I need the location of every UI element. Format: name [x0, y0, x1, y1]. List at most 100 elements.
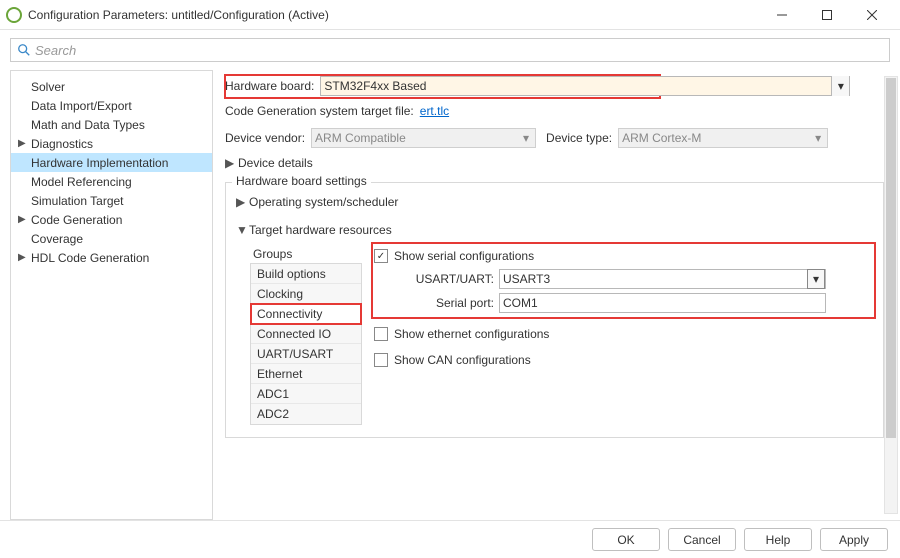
apply-button[interactable]: Apply [820, 528, 888, 551]
show-serial-checkbox[interactable] [374, 249, 388, 263]
show-ethernet-row: Show ethernet configurations [374, 323, 873, 345]
show-can-row: Show CAN configurations [374, 349, 873, 371]
sidebar-item-hdl-code-generation[interactable]: ▶ HDL Code Generation [11, 248, 212, 267]
chevron-right-icon: ▶ [18, 214, 26, 225]
group-detail-panel: Show serial configurations USART/UART: U… [374, 245, 873, 425]
sidebar-item-label: Simulation Target [31, 194, 124, 208]
group-item-label: Ethernet [257, 367, 302, 381]
sidebar-item-data-import-export[interactable]: Data Import/Export [11, 96, 212, 115]
hardware-board-select[interactable]: STM32F4xx Based ▾ [320, 76, 850, 96]
sidebar-item-label: Coverage [31, 232, 83, 246]
hardware-board-settings-fieldset: Hardware board settings ▶ Operating syst… [225, 182, 884, 438]
cancel-label: Cancel [683, 533, 720, 547]
sidebar-item-label: HDL Code Generation [31, 251, 149, 265]
sidebar-item-label: Solver [31, 80, 65, 94]
hardware-board-value: STM32F4xx Based [324, 79, 426, 93]
device-vendor-type-row: Device vendor: ARM Compatible ▾ Device t… [225, 128, 884, 148]
sidebar-item-label: Code Generation [31, 213, 122, 227]
group-item-adc1[interactable]: ADC1 [251, 384, 361, 404]
target-hw-toggle[interactable]: ▼ Target hardware resources [236, 223, 873, 237]
chevron-down-icon: ▾ [831, 76, 849, 96]
code-gen-target-link[interactable]: ert.tlc [420, 104, 449, 118]
chevron-right-icon: ▶ [18, 252, 26, 263]
sidebar-item-label: Diagnostics [31, 137, 93, 151]
cancel-button[interactable]: Cancel [668, 528, 736, 551]
device-type-label: Device type: [546, 131, 612, 145]
group-item-connectivity[interactable]: Connectivity [251, 304, 361, 324]
group-item-build-options[interactable]: Build options [251, 264, 361, 284]
sidebar-item-label: Hardware Implementation [31, 156, 168, 170]
device-details-label: Device details [238, 156, 313, 170]
group-item-label: UART/USART [257, 347, 333, 361]
sidebar-item-solver[interactable]: Solver [11, 77, 212, 96]
usart-label: USART/UART: [394, 272, 494, 286]
device-vendor-select: ARM Compatible ▾ [311, 128, 536, 148]
device-vendor-label: Device vendor: [225, 131, 305, 145]
chevron-right-icon: ▶ [236, 195, 246, 209]
chevron-right-icon: ▶ [18, 138, 26, 149]
serial-port-label: Serial port: [394, 296, 494, 310]
serial-port-input[interactable]: COM1 [499, 293, 826, 313]
hardware-board-settings: Hardware board settings ▶ Operating syst… [225, 182, 884, 438]
vertical-scrollbar[interactable] [884, 76, 898, 514]
hb-settings-legend: Hardware board settings [232, 174, 371, 188]
group-item-label: Clocking [257, 287, 303, 301]
footer: OK Cancel Help Apply [0, 520, 900, 558]
chevron-down-icon: ▼ [236, 223, 246, 237]
body: Solver Data Import/Export Math and Data … [0, 70, 900, 520]
groups-title: Groups [250, 245, 362, 263]
chevron-down-icon: ▾ [517, 128, 535, 148]
os-scheduler-toggle[interactable]: ▶ Operating system/scheduler [236, 195, 873, 209]
hardware-board-label: Hardware board: [225, 79, 314, 93]
sidebar-item-coverage[interactable]: Coverage [11, 229, 212, 248]
show-can-checkbox[interactable] [374, 353, 388, 367]
search-box[interactable] [10, 38, 890, 62]
group-item-label: ADC1 [257, 387, 289, 401]
ok-label: OK [617, 533, 634, 547]
sidebar-item-model-referencing[interactable]: Model Referencing [11, 172, 212, 191]
groups-panel: Groups Build options Clocking Connectivi… [250, 245, 362, 425]
sidebar-item-diagnostics[interactable]: ▶ Diagnostics [11, 134, 212, 153]
search-input[interactable] [35, 43, 883, 58]
maximize-button[interactable] [804, 1, 849, 29]
group-item-uart-usart[interactable]: UART/USART [251, 344, 361, 364]
group-item-label: ADC2 [257, 407, 289, 421]
serial-port-row: Serial port: COM1 [374, 291, 873, 315]
titlebar: Configuration Parameters: untitled/Confi… [0, 0, 900, 30]
help-label: Help [766, 533, 791, 547]
code-gen-target-row: Code Generation system target file: ert.… [225, 104, 884, 118]
show-ethernet-label: Show ethernet configurations [394, 327, 549, 341]
sidebar-item-code-generation[interactable]: ▶ Code Generation [11, 210, 212, 229]
help-button[interactable]: Help [744, 528, 812, 551]
group-item-ethernet[interactable]: Ethernet [251, 364, 361, 384]
os-scheduler-label: Operating system/scheduler [249, 195, 398, 209]
usart-select[interactable]: USART3 ▾ [499, 269, 826, 289]
sidebar: Solver Data Import/Export Math and Data … [10, 70, 213, 520]
minimize-button[interactable] [759, 1, 804, 29]
show-ethernet-checkbox[interactable] [374, 327, 388, 341]
target-hw-label: Target hardware resources [249, 223, 392, 237]
device-vendor-value: ARM Compatible [315, 131, 406, 145]
sidebar-item-math-data-types[interactable]: Math and Data Types [11, 115, 212, 134]
sidebar-item-hardware-implementation[interactable]: Hardware Implementation [11, 153, 212, 172]
group-item-clocking[interactable]: Clocking [251, 284, 361, 304]
usart-row: USART/UART: USART3 ▾ [374, 267, 873, 291]
close-button[interactable] [849, 1, 894, 29]
device-type-value: ARM Cortex-M [622, 131, 701, 145]
code-gen-target-label: Code Generation system target file: [225, 104, 414, 118]
scroll-thumb[interactable] [886, 78, 896, 438]
sidebar-item-label: Math and Data Types [31, 118, 145, 132]
app-icon [6, 7, 22, 23]
device-details-toggle[interactable]: ▶ Device details [225, 156, 884, 170]
sidebar-item-label: Data Import/Export [31, 99, 132, 113]
show-serial-label: Show serial configurations [394, 249, 534, 263]
group-item-label: Build options [257, 267, 326, 281]
chevron-right-icon: ▶ [225, 156, 235, 170]
ok-button[interactable]: OK [592, 528, 660, 551]
group-item-label: Connectivity [257, 307, 322, 321]
groups-list: Build options Clocking Connectivity Conn… [250, 263, 362, 425]
group-item-connected-io[interactable]: Connected IO [251, 324, 361, 344]
sidebar-item-simulation-target[interactable]: Simulation Target [11, 191, 212, 210]
chevron-down-icon: ▾ [807, 269, 825, 289]
group-item-adc2[interactable]: ADC2 [251, 404, 361, 424]
